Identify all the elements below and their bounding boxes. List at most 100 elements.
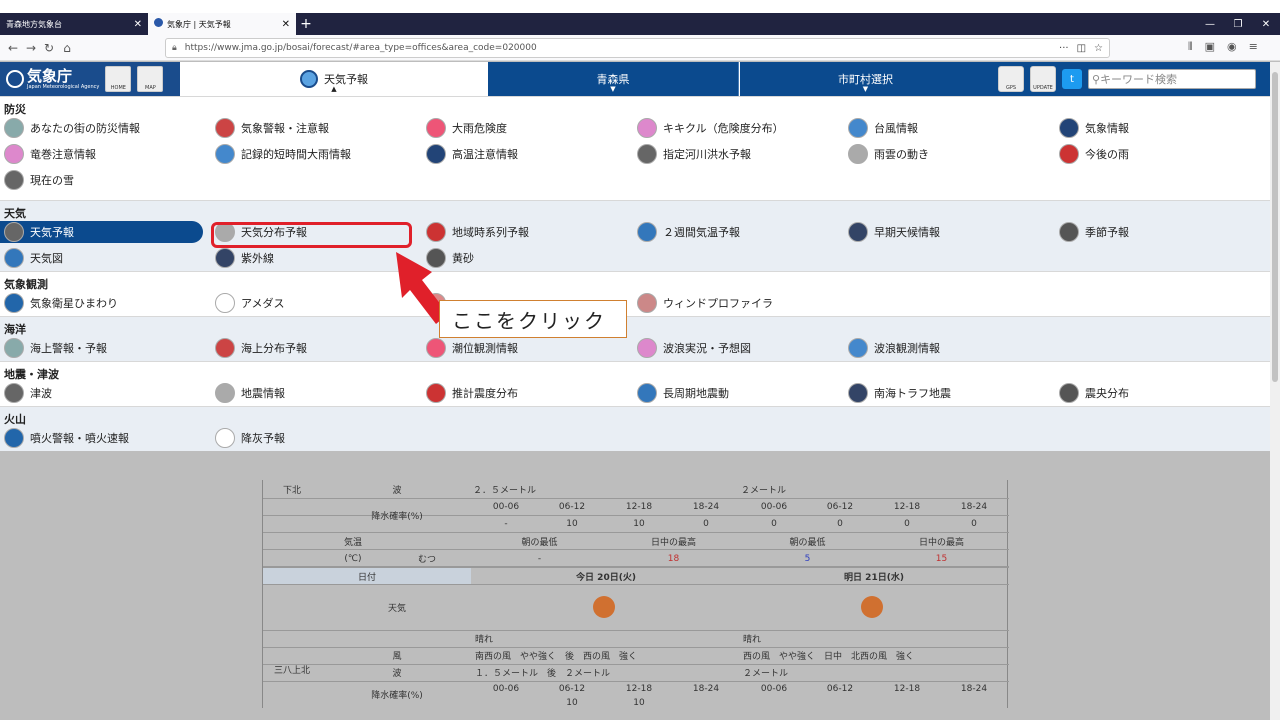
menu-item[interactable]: 天気予報 bbox=[0, 221, 203, 243]
rain-value: 10 bbox=[566, 519, 578, 529]
menu-item-label: アメダス bbox=[241, 297, 285, 310]
menu-item[interactable]: 台風情報 bbox=[844, 118, 1055, 138]
rain-value: 0 bbox=[837, 519, 843, 529]
menu-item[interactable]: 海上警報・予報 bbox=[0, 338, 211, 358]
col-label: 日中の最高 bbox=[650, 538, 696, 548]
menu-row: 津波 地震情報 推計震度分布 長周期地震動 南海トラフ地震 震央分布 bbox=[0, 380, 1270, 406]
menu-item[interactable]: 波浪実況・予想図 bbox=[633, 338, 844, 358]
nav-forecast[interactable]: 天気予報 ▲ bbox=[180, 62, 488, 96]
menu-item[interactable]: ウィンドプロファイラ bbox=[633, 293, 844, 313]
restore-icon[interactable]: ❐ bbox=[1224, 13, 1252, 35]
nav-prefecture[interactable]: 青森県 ▼ bbox=[488, 62, 739, 96]
browser-tab-2[interactable]: 気象庁 | 天気予報 ✕ bbox=[148, 13, 296, 35]
menu-item[interactable]: 現在の雪 bbox=[0, 170, 211, 190]
scrollbar-thumb[interactable] bbox=[1272, 72, 1278, 382]
menu-item[interactable]: 気象情報 bbox=[1055, 118, 1266, 138]
back-icon[interactable]: ← bbox=[4, 41, 22, 55]
minimize-icon[interactable]: — bbox=[1196, 13, 1224, 35]
more-icon[interactable]: ··· bbox=[1059, 43, 1069, 54]
url-bar[interactable]: 🔒︎ https://www.jma.go.jp/bosai/forecast/… bbox=[165, 38, 1110, 58]
section-title: 火山 bbox=[4, 413, 26, 426]
nav-municipality[interactable]: 市町村選択 ▼ bbox=[740, 62, 991, 96]
time-slot: 18-24 bbox=[692, 502, 720, 512]
menu-item[interactable]: 早期天候情報 bbox=[844, 222, 1055, 242]
gps-button[interactable]: GPS bbox=[998, 66, 1024, 92]
keyword-search-input[interactable]: ⚲ キーワード検索 bbox=[1088, 69, 1256, 89]
browser-tab-1[interactable]: 青森地方気象台 ✕ bbox=[0, 13, 148, 35]
close-icon[interactable]: ✕ bbox=[282, 19, 290, 30]
menu-item[interactable]: 降灰予報 bbox=[211, 428, 422, 448]
menu-item[interactable]: 地域時系列予報 bbox=[422, 222, 633, 242]
menu-item-label: 推計震度分布 bbox=[452, 387, 518, 400]
date-label: 日付 bbox=[263, 568, 471, 584]
menu-item[interactable]: 地震情報 bbox=[211, 383, 422, 403]
menu-item[interactable]: 波浪観測情報 bbox=[844, 338, 1055, 358]
new-tab-button[interactable]: + bbox=[296, 13, 316, 35]
menu-item[interactable]: 気象警報・注意報 bbox=[211, 118, 422, 138]
menu-item[interactable]: キキクル（危険度分布） bbox=[633, 118, 844, 138]
jma-header: 気象庁 Japan Meteorological Agency HOME MAP … bbox=[0, 62, 1270, 96]
wave-value: １．５メートル 後 ２メートル bbox=[475, 669, 611, 679]
menu-item[interactable]: 竜巻注意情報 bbox=[0, 144, 211, 164]
rain-value: 0 bbox=[771, 519, 777, 529]
time-slot: 06-12 bbox=[826, 684, 854, 694]
weather-text: 晴れ bbox=[743, 635, 762, 645]
close-window-icon[interactable]: ✕ bbox=[1252, 13, 1280, 35]
menu-item[interactable]: 今後の雨 bbox=[1055, 144, 1266, 164]
jma-logo[interactable]: 気象庁 Japan Meteorological Agency HOME MAP bbox=[0, 62, 180, 96]
library-icon[interactable]: ⫴ bbox=[1188, 40, 1193, 54]
caret-down-icon: ▼ bbox=[862, 85, 869, 93]
menu-item-icon bbox=[426, 338, 446, 358]
menu-item[interactable]: 津波 bbox=[0, 383, 211, 403]
time-slot: 06-12 bbox=[826, 502, 854, 512]
page-scrollbar[interactable] bbox=[1270, 62, 1280, 720]
menu-item[interactable]: 大雨危険度 bbox=[422, 118, 633, 138]
bookmark-star-icon[interactable]: ☆ bbox=[1094, 43, 1103, 54]
menu-item[interactable]: 南海トラフ地震 bbox=[844, 383, 1055, 403]
time-slot: 00-06 bbox=[760, 502, 788, 512]
menu-item[interactable]: 季節予報 bbox=[1055, 222, 1266, 242]
menu-item[interactable]: 指定河川洪水予報 bbox=[633, 144, 844, 164]
menu-item-label: 天気図 bbox=[30, 252, 63, 265]
menu-item[interactable]: 天気図 bbox=[0, 248, 211, 268]
account-icon[interactable]: ◉ bbox=[1227, 40, 1237, 54]
close-icon[interactable]: ✕ bbox=[134, 19, 142, 30]
rain-value: 10 bbox=[566, 697, 578, 708]
menu-item[interactable]: 雨雲の動き bbox=[844, 144, 1055, 164]
sidebar-icon[interactable]: ▣ bbox=[1205, 40, 1215, 54]
menu-item[interactable]: 噴火警報・噴火速報 bbox=[0, 428, 211, 448]
reload-icon[interactable]: ↻ bbox=[40, 41, 58, 55]
rain-value bbox=[473, 697, 539, 708]
rain-value bbox=[741, 697, 807, 708]
menu-item-label: 記録的短時間大雨情報 bbox=[241, 148, 351, 161]
menu-item[interactable]: あなたの街の防災情報 bbox=[0, 118, 211, 138]
menu-item[interactable]: 高温注意情報 bbox=[422, 144, 633, 164]
menu-item[interactable]: 推計震度分布 bbox=[422, 383, 633, 403]
menu-item-icon bbox=[637, 338, 657, 358]
menu-item[interactable]: 紫外線 bbox=[211, 248, 422, 268]
twitter-icon[interactable]: t bbox=[1062, 69, 1082, 89]
home-icon[interactable]: ⌂ bbox=[58, 41, 76, 55]
home-button[interactable]: HOME bbox=[105, 66, 132, 92]
menu-item[interactable]: アメダス bbox=[211, 293, 422, 313]
map-button[interactable]: MAP bbox=[137, 66, 164, 92]
menu-item[interactable]: ２週間気温予報 bbox=[633, 222, 844, 242]
menu-item-icon bbox=[4, 144, 24, 164]
update-button[interactable]: UPDATE bbox=[1030, 66, 1056, 92]
wind-text: 西の風 やや強く 日中 北西の風 強く bbox=[743, 652, 915, 662]
caret-up-icon: ▲ bbox=[331, 85, 337, 93]
menu-item[interactable]: 海上分布予報 bbox=[211, 338, 422, 358]
date-tomorrow: 明日 21日(水) bbox=[844, 572, 904, 583]
menu-item[interactable]: 震央分布 bbox=[1055, 383, 1266, 403]
menu-item[interactable]: 潮位観測情報 bbox=[422, 338, 633, 358]
menu-item[interactable]: 気象衛星ひまわり bbox=[0, 293, 211, 313]
menu-icon[interactable]: ≡ bbox=[1249, 40, 1258, 54]
menu-item[interactable]: 長周期地震動 bbox=[633, 383, 844, 403]
menu-item[interactable]: 記録的短時間大雨情報 bbox=[211, 144, 422, 164]
menu-item[interactable]: 黄砂 bbox=[422, 248, 633, 268]
forward-icon[interactable]: → bbox=[22, 41, 40, 55]
date-today: 今日 20日(火) bbox=[576, 572, 636, 583]
menu-item-label: 天気予報 bbox=[30, 226, 74, 239]
pocket-icon[interactable]: ◫ bbox=[1077, 43, 1086, 54]
menu-item-icon bbox=[1059, 222, 1079, 242]
